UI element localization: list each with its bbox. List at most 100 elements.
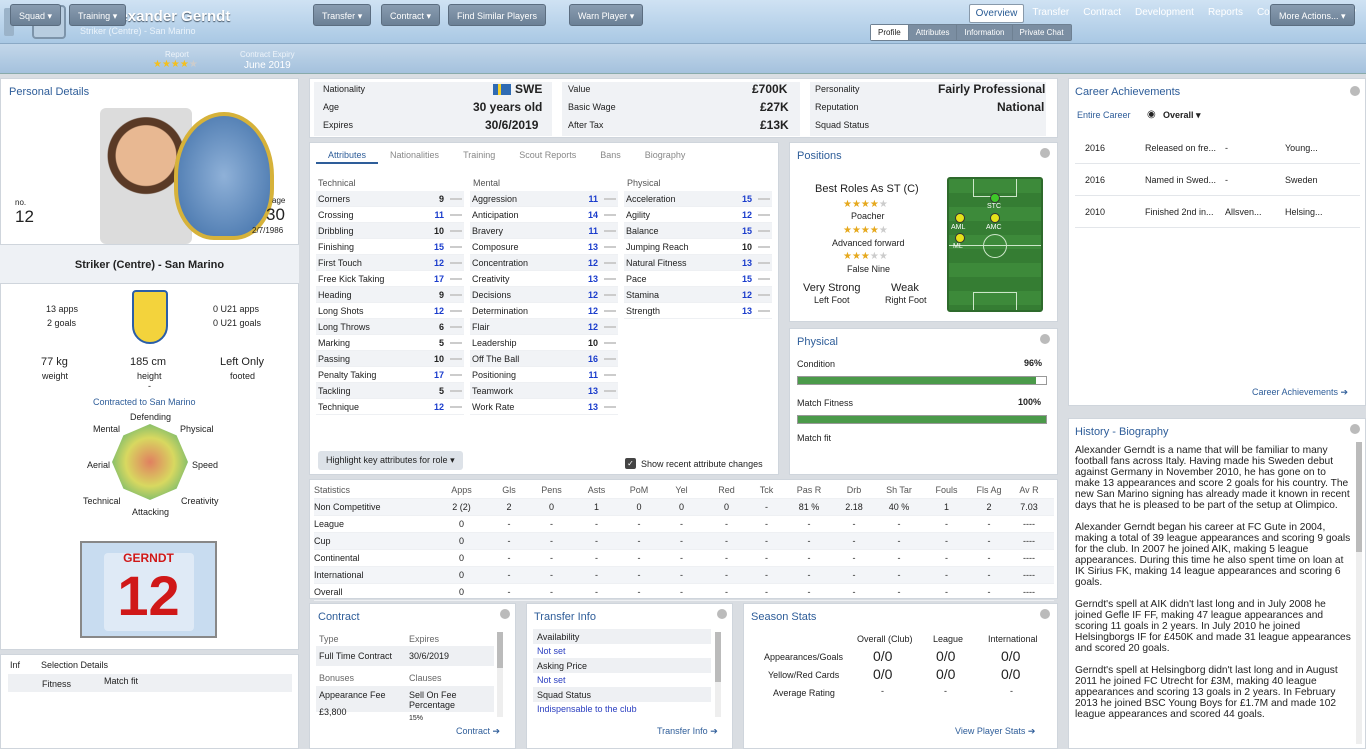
match-fitness-value: 100% [1018,397,1042,407]
stats-cell: - [507,587,511,597]
tab-biography[interactable]: Biography [633,148,698,164]
tab-transfer[interactable]: Transfer [1026,4,1075,23]
bonuses-label: Bonuses [319,673,355,683]
tab-attributes[interactable]: Attributes [316,148,379,164]
subtab-private-chat[interactable]: Private Chat [1012,25,1071,40]
collapse-icon[interactable] [1040,609,1050,619]
season-cards-league: 0/0 [936,666,956,682]
transfer-button[interactable]: Transfer ▾ [313,4,372,26]
tab-bans[interactable]: Bans [588,148,633,164]
list-item[interactable]: 2016 Named in Swed... - Sweden [1075,164,1360,196]
stats-cell: - [807,536,811,546]
collapse-icon[interactable] [1350,86,1360,96]
stats-header-cell: Sh Tar [886,485,912,495]
squad-button[interactable]: Squad ▾ [10,4,62,26]
attribute-trend-icon [604,357,616,360]
more-actions-button[interactable]: More Actions... ▾ [1270,4,1355,26]
mental-list: Aggression 11 Anticipation 14 Bravery 11 Compo… [470,191,618,415]
tab-training[interactable]: Training [451,148,507,164]
attribute-trend-icon [604,261,616,264]
tab-overview[interactable]: Overview [968,4,1025,23]
nation-crest-icon [132,290,168,344]
view-player-stats-link[interactable]: View Player Stats ➔ [955,726,1035,737]
contract-button[interactable]: Contract ▾ [381,4,441,26]
condition-bar [797,376,1047,385]
collapse-icon[interactable] [1040,334,1050,344]
career-link[interactable]: Career Achievements ➔ [1252,387,1348,398]
show-recent-label: Show recent attribute changes [641,459,763,469]
stats-cell: - [765,536,768,546]
stats-cell: League [314,519,345,529]
season-apps-label: Appearances/Goals [764,652,844,662]
squad-status-t-label: Squad Status [537,690,592,700]
attribute-row: Flair 12 [470,319,618,335]
subtab-attributes[interactable]: Attributes [908,25,957,40]
attribute-row: Penalty Taking 17 [316,367,464,383]
contract-scrollbar[interactable] [497,632,503,717]
tab-development[interactable]: Development [1129,4,1200,23]
collapse-icon[interactable] [500,609,510,619]
tab-contract[interactable]: Contract [1077,4,1127,23]
stats-cell: 0 [458,519,464,529]
attribute-name: Heading [318,289,352,300]
stats-cell: - [852,536,856,546]
stats-cell: 2 [506,502,512,512]
attribute-trend-icon [604,277,616,280]
list-item[interactable]: 2016 Released on fre... - Young... [1075,132,1360,164]
contract-expires-value: 30/6/2019 [409,651,450,661]
biography-scrollbar[interactable] [1356,442,1362,744]
expires-info-value: 30/6/2019 [485,118,539,132]
list-item[interactable]: 2010 Finished 2nd in... Allsven... Helsing.… [1075,196,1360,228]
subtab-profile[interactable]: Profile [871,25,908,40]
stats-header-cell: Av R [1019,485,1039,495]
overall-dropdown[interactable]: Overall ▾ [1163,110,1201,121]
attribute-trend-icon [758,293,770,296]
attribute-tabs: Attributes Nationalities Training Scout … [316,148,697,164]
season-cards-overall: 0/0 [873,666,893,682]
tab-reports[interactable]: Reports [1202,4,1249,23]
collapse-icon[interactable] [717,609,727,619]
attribute-value: 10 [433,225,444,236]
transfer-info-link[interactable]: Transfer Info ➔ [657,726,718,737]
show-recent-checkbox[interactable]: ✓ [625,458,636,469]
attribute-name: Balance [626,225,659,236]
attribute-trend-icon [450,261,462,264]
highlight-role-dropdown[interactable]: Highlight key attributes for role ▾ [318,451,463,470]
apps-value: 13 apps [46,304,79,314]
collapse-icon[interactable] [1040,148,1050,158]
entire-career-filter[interactable]: Entire Career [1077,110,1131,120]
career-cell: Young... [1285,142,1318,153]
dob-value: 2/7/1986 [252,226,284,235]
bonus-appearance: Appearance Fee [319,690,386,700]
tab-nationalities[interactable]: Nationalities [378,148,451,164]
attribute-trend-icon [450,277,462,280]
personality-label: Personality [815,84,860,94]
training-button[interactable]: Training ▾ [69,4,127,26]
attribute-name: Technique [318,401,360,412]
nationality-value: SWE [515,82,543,96]
find-similar-button[interactable]: Find Similar Players [448,4,547,26]
more-label: More Actions... [1279,11,1339,21]
season-title: Season Stats [751,611,817,623]
transfer-scrollbar[interactable] [715,632,721,717]
attribute-value: 17 [433,273,444,284]
stats-cell: - [595,570,598,580]
stats-cell: - [595,519,598,529]
collapse-icon[interactable] [1350,424,1360,434]
position-ml-dot [955,233,965,243]
tab-scout-reports[interactable]: Scout Reports [507,148,588,164]
attribute-row: Passing 10 [316,351,464,367]
warn-player-button[interactable]: Warn Player ▾ [569,4,644,26]
attribute-trend-icon [450,357,462,360]
subtab-information[interactable]: Information [957,25,1012,40]
stats-cell: 0 [458,536,464,546]
contract-expiry-label: Contract Expiry [240,50,295,59]
contracted-link[interactable]: Contracted to San Marino [93,397,196,407]
career-cell: Finished 2nd in... [1145,206,1214,217]
stats-header-cell: Red [718,485,735,495]
contract-link[interactable]: Contract ➔ [456,726,500,737]
clause-sell-on-value: 15% [409,715,424,720]
left-foot-value: Very Strong [803,282,861,294]
attribute-trend-icon [450,197,462,200]
stats-header-cell: Fls Ag [976,485,1002,495]
